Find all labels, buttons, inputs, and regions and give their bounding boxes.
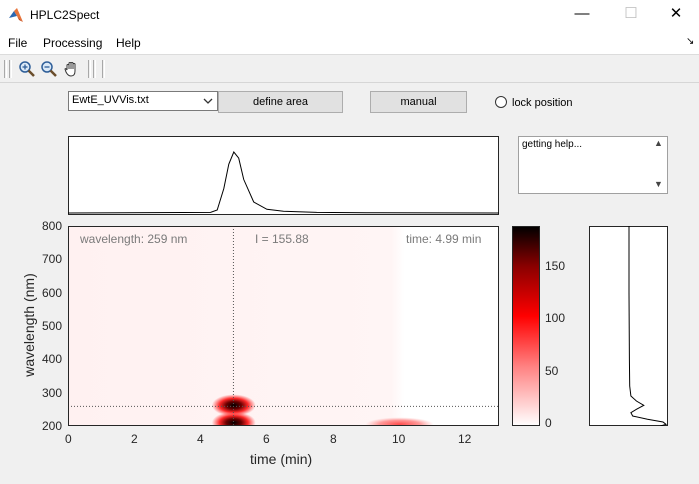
spectrum-line bbox=[628, 226, 668, 426]
colorbar-tick-label: 100 bbox=[545, 311, 566, 325]
menu-processing[interactable]: Processing bbox=[43, 36, 102, 50]
toolbar-separator bbox=[4, 60, 7, 78]
y-tick-label: 400 bbox=[42, 352, 63, 366]
minimize-button[interactable]: — bbox=[559, 0, 605, 30]
x-tick-label: 2 bbox=[131, 432, 138, 446]
annotation-wavelength: wavelength: 259 nm bbox=[80, 232, 188, 246]
colorbar-tick-label: 150 bbox=[545, 259, 566, 273]
menu-file[interactable]: File bbox=[8, 36, 27, 50]
lock-position-radio[interactable] bbox=[495, 96, 507, 108]
scroll-down-icon[interactable]: ▼ bbox=[654, 179, 663, 189]
pan-hand-icon[interactable] bbox=[63, 60, 81, 78]
heatmap-axes-frame bbox=[68, 226, 499, 426]
lock-position-label: lock position bbox=[512, 97, 573, 109]
x-tick-label: 12 bbox=[458, 432, 472, 446]
define-area-button[interactable]: define area bbox=[218, 91, 343, 113]
y-tick-label: 200 bbox=[42, 419, 63, 433]
toolbar-separator bbox=[88, 60, 91, 78]
y-axis-label: wavelength (nm) bbox=[21, 273, 37, 377]
x-tick-label: 6 bbox=[263, 432, 270, 446]
close-button[interactable]: ✕ bbox=[653, 0, 699, 30]
colorbar-tick-label: 0 bbox=[545, 416, 552, 430]
toolbar-separator bbox=[9, 60, 12, 78]
spectrum-plot bbox=[628, 226, 668, 426]
colorbar bbox=[512, 226, 540, 426]
toolbar-separator bbox=[102, 60, 105, 78]
annotation-time: time: 4.99 min bbox=[406, 232, 482, 246]
toolbar-separator bbox=[93, 60, 96, 78]
x-tick-label: 0 bbox=[65, 432, 72, 446]
menu-bar bbox=[0, 30, 699, 55]
x-tick-label: 8 bbox=[330, 432, 337, 446]
scroll-up-icon[interactable]: ▲ bbox=[654, 138, 663, 148]
matlab-app-icon bbox=[9, 8, 23, 22]
x-tick-label: 4 bbox=[197, 432, 204, 446]
colorbar-tick-label: 50 bbox=[545, 364, 559, 378]
zoom-out-icon[interactable] bbox=[40, 60, 58, 78]
zoom-in-icon[interactable] bbox=[18, 60, 36, 78]
file-select-dropdown[interactable]: EwtE_UVVis.txt bbox=[68, 91, 218, 111]
annotation-intensity: I = 155.88 bbox=[255, 232, 309, 246]
dock-arrow-icon[interactable]: ↘ bbox=[686, 36, 694, 47]
chevron-down-icon[interactable] bbox=[200, 93, 216, 109]
help-text: getting help... bbox=[522, 139, 583, 150]
menu-help[interactable]: Help bbox=[116, 36, 141, 50]
chromatogram-plot bbox=[68, 151, 499, 214]
y-tick-label: 300 bbox=[42, 386, 63, 400]
maximize-button[interactable]: ☐ bbox=[608, 0, 654, 30]
x-tick-label: 10 bbox=[392, 432, 406, 446]
x-axis-label: time (min) bbox=[250, 451, 313, 467]
manual-button[interactable]: manual bbox=[370, 91, 467, 113]
y-tick-label: 800 bbox=[42, 219, 63, 233]
window-title: HPLC2Spect bbox=[30, 8, 100, 22]
y-tick-label: 600 bbox=[42, 286, 63, 300]
y-tick-label: 500 bbox=[42, 319, 63, 333]
y-tick-label: 700 bbox=[42, 252, 63, 266]
chromatogram-line bbox=[68, 151, 499, 214]
